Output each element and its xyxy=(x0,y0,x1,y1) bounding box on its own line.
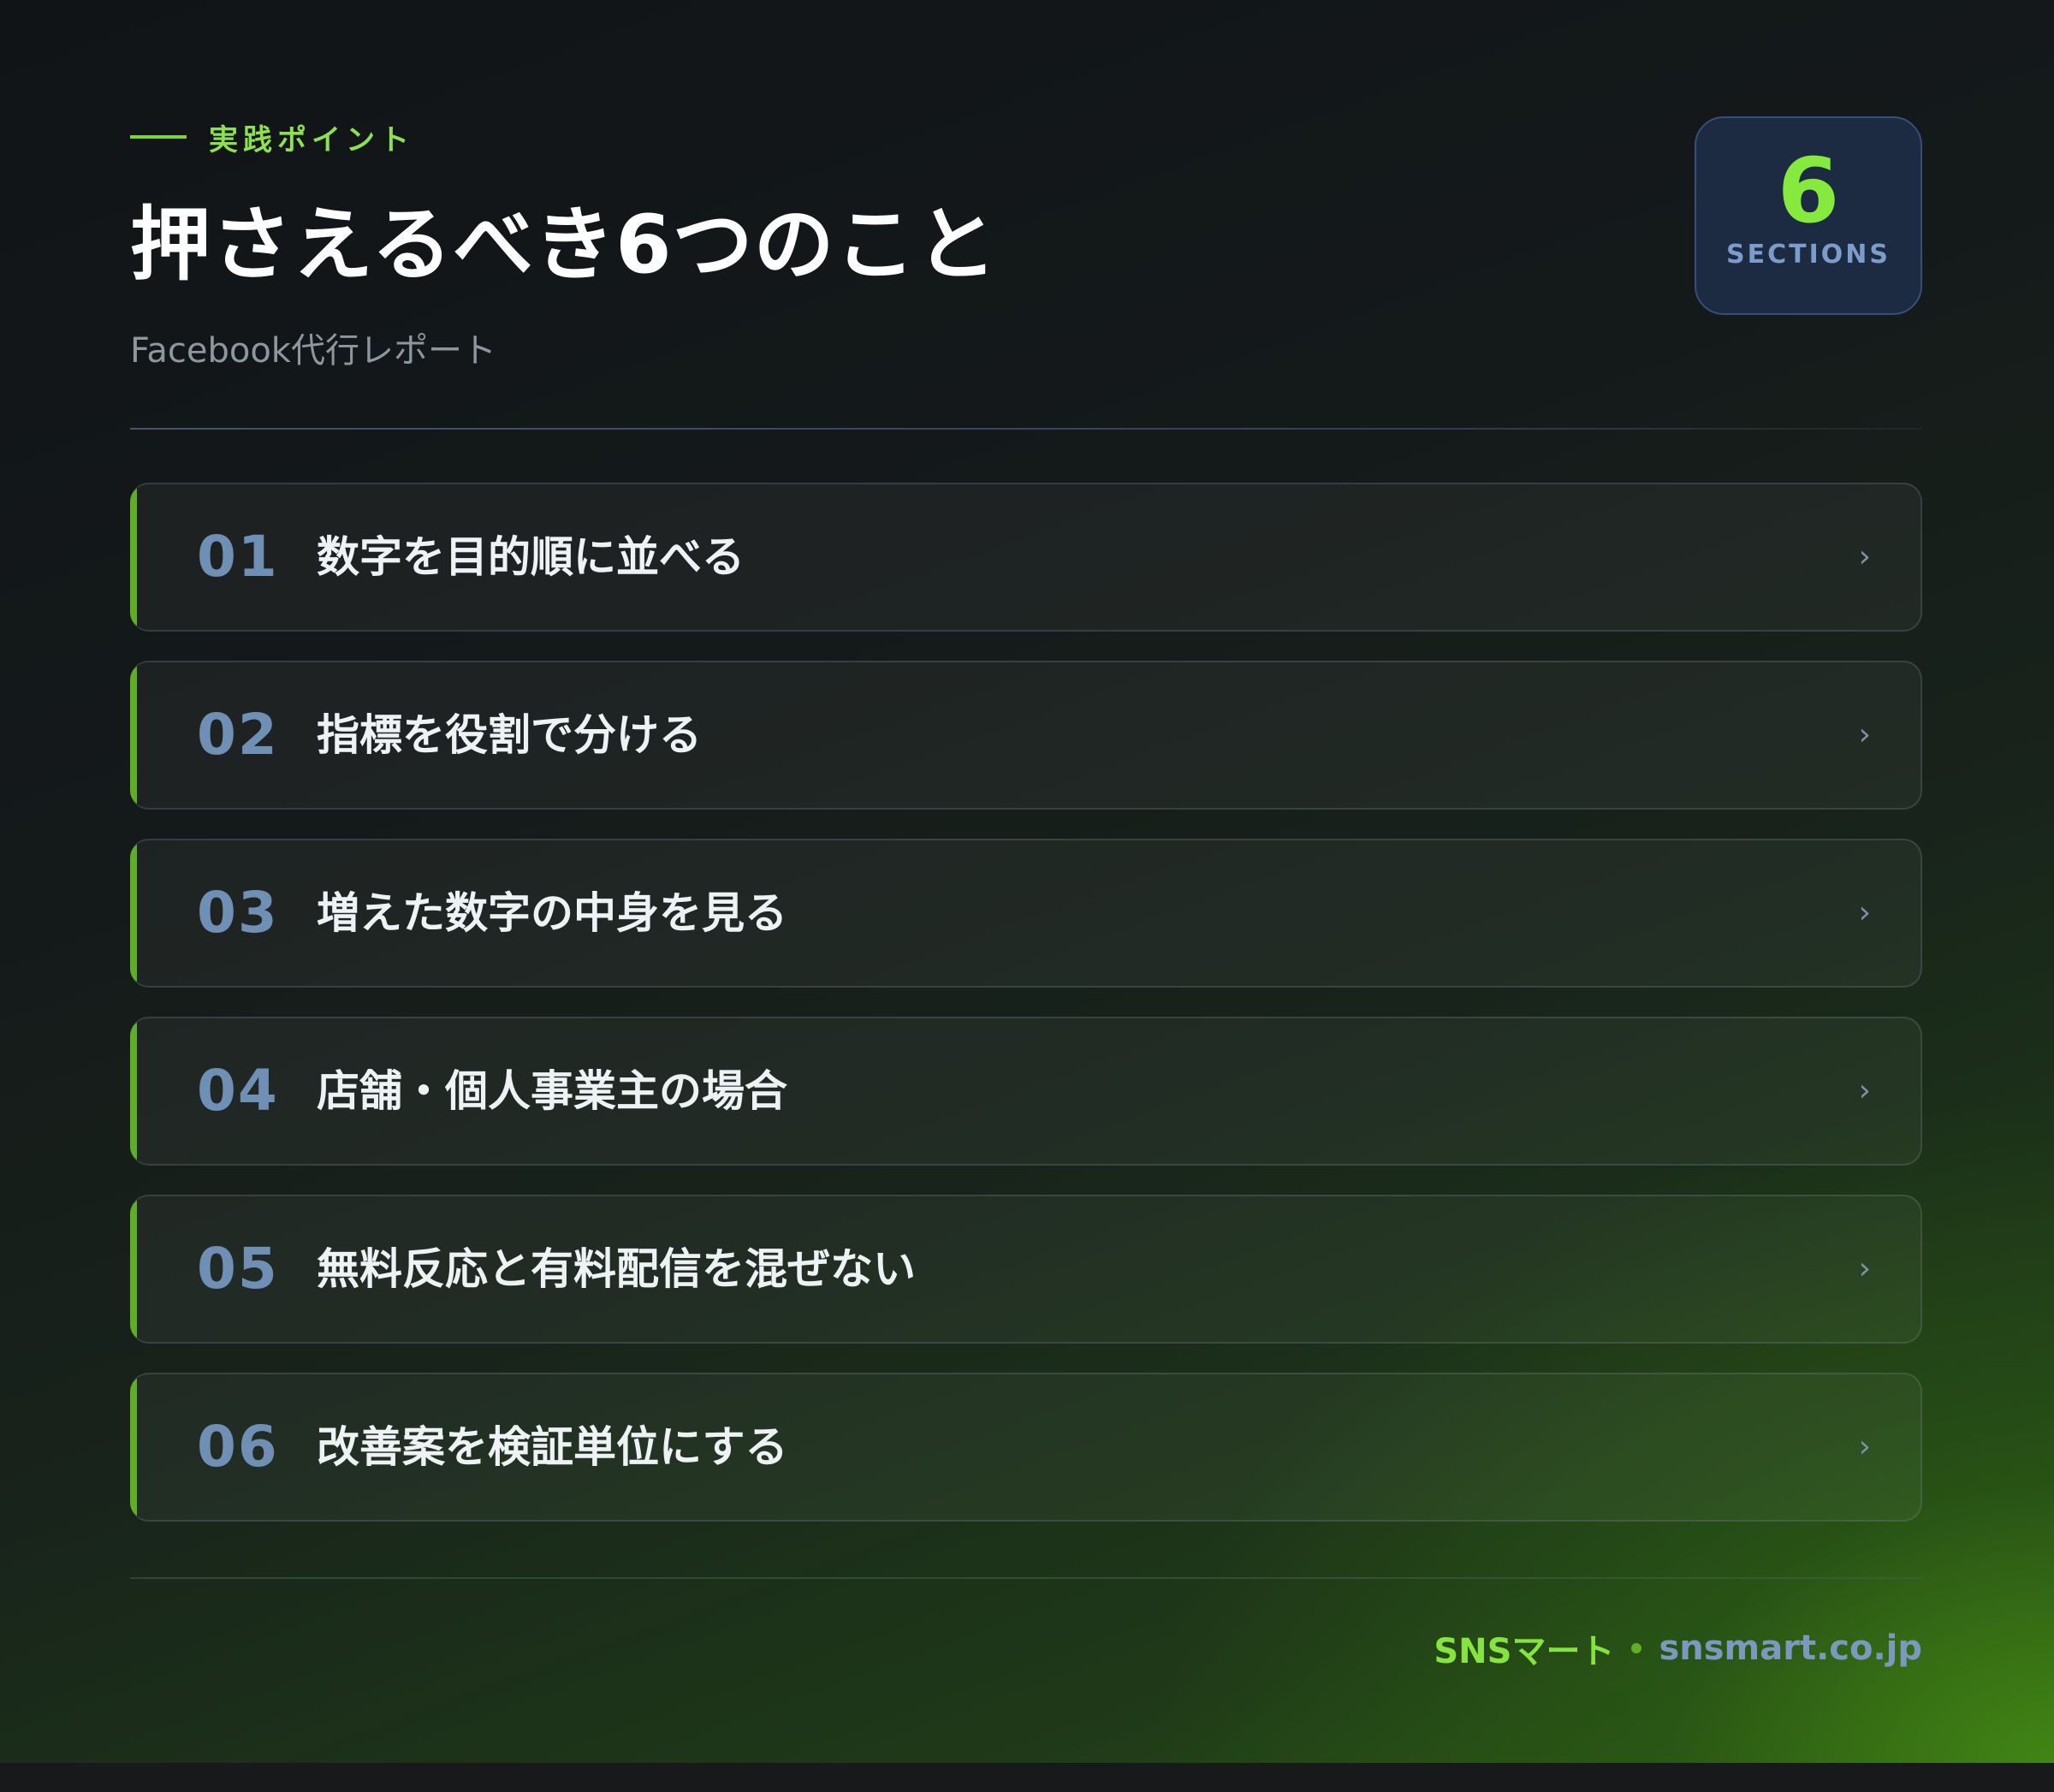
item-accent-bar xyxy=(130,1374,137,1520)
badge-label: SECTIONS xyxy=(1726,240,1891,270)
item-accent-bar xyxy=(130,1196,137,1342)
item-label: 無料反応と有料配信を混ぜない xyxy=(317,1244,916,1294)
slide: 実践ポイント 押さえるべき6つのこと Facebook代行レポート 6 SECT… xyxy=(0,0,2054,1763)
page-title: 押さえるべき6つのこと xyxy=(130,199,998,292)
points-list: 01 数字を目的順に並べる › 02 指標を役割で分ける › 03 増えた数字の… xyxy=(130,483,1922,1551)
eyebrow-line xyxy=(130,135,187,139)
item-label: 改善案を検証単位にする xyxy=(317,1422,788,1472)
header-divider xyxy=(130,428,1922,430)
item-label: 増えた数字の中身を見る xyxy=(317,888,787,938)
list-item[interactable]: 01 数字を目的順に並べる › xyxy=(130,483,1922,632)
item-accent-bar xyxy=(130,484,137,630)
eyebrow-text: 実践ポイント xyxy=(209,122,414,157)
chevron-right-icon: › xyxy=(1858,1251,1871,1286)
item-label: 指標を役割で分ける xyxy=(317,710,702,760)
item-number: 02 xyxy=(197,702,279,768)
item-number: 06 xyxy=(197,1414,279,1480)
list-item[interactable]: 06 改善案を検証単位にする › xyxy=(130,1373,1922,1522)
badge-number: 6 xyxy=(1777,139,1840,243)
list-item[interactable]: 02 指標を役割で分ける › xyxy=(130,661,1922,810)
list-item[interactable]: 04 店舗・個人事業主の場合 › xyxy=(130,1017,1922,1166)
item-label: 数字を目的順に並べる xyxy=(317,532,745,582)
item-label: 店舗・個人事業主の場合 xyxy=(317,1066,787,1116)
bottom-bar xyxy=(0,1763,2054,1792)
chevron-right-icon: › xyxy=(1858,1429,1871,1464)
footer-brand: SNSマート xyxy=(1434,1632,1615,1671)
list-item[interactable]: 03 増えた数字の中身を見る › xyxy=(130,839,1922,988)
item-accent-bar xyxy=(130,662,137,808)
chevron-right-icon: › xyxy=(1858,1073,1871,1108)
footer-separator-dot xyxy=(1631,1643,1642,1653)
chevron-right-icon: › xyxy=(1858,717,1871,752)
item-accent-bar xyxy=(130,840,137,986)
chevron-right-icon: › xyxy=(1858,539,1871,574)
item-number: 01 xyxy=(197,524,279,590)
item-accent-bar xyxy=(130,1018,137,1164)
list-item[interactable]: 05 無料反応と有料配信を混ぜない › xyxy=(130,1195,1922,1344)
item-number: 04 xyxy=(197,1058,279,1124)
eyebrow: 実践ポイント xyxy=(130,120,414,157)
page-subtitle: Facebook代行レポート xyxy=(130,331,496,371)
item-number: 03 xyxy=(197,880,279,946)
item-number: 05 xyxy=(197,1236,279,1302)
footer: SNSマート snsmart.co.jp xyxy=(1434,1623,1922,1674)
sections-badge: 6 SECTIONS xyxy=(1695,116,1922,315)
footer-divider xyxy=(130,1577,1922,1579)
footer-url-link[interactable]: snsmart.co.jp xyxy=(1659,1629,1922,1668)
chevron-right-icon: › xyxy=(1858,895,1871,930)
